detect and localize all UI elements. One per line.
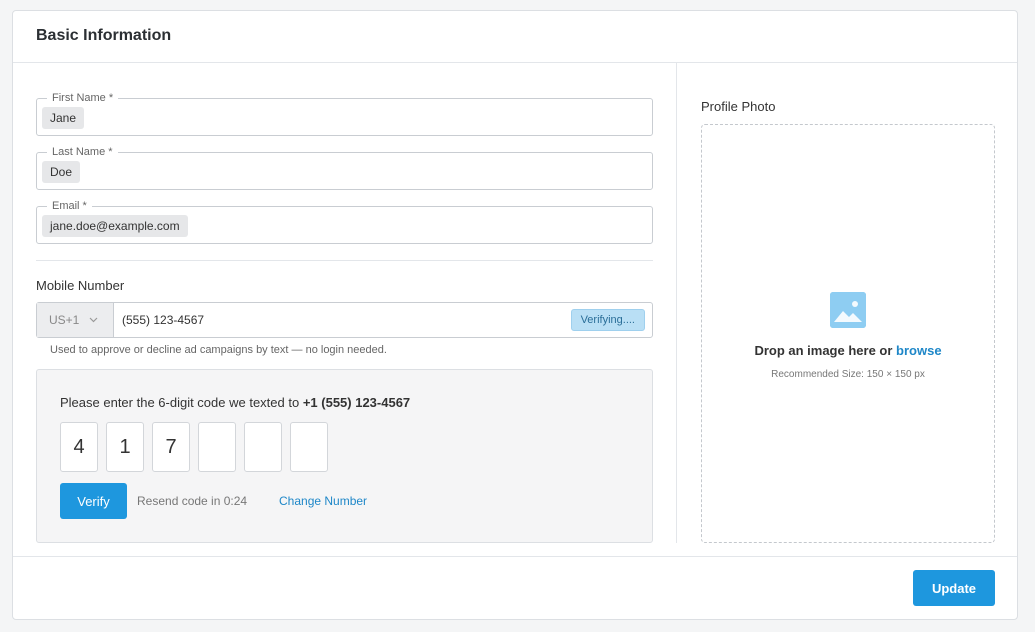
- photo-column: Profile Photo Drop an image here or brow…: [676, 63, 996, 543]
- mobile-number-input[interactable]: (555) 123-4567: [122, 303, 204, 337]
- basic-information-card: Basic Information First Name * Jane Last…: [12, 10, 1018, 620]
- country-code-value: US+1: [49, 313, 80, 327]
- first-name-field[interactable]: First Name * Jane: [36, 91, 653, 136]
- otp-digit-1[interactable]: 4: [60, 422, 98, 472]
- image-icon: [830, 292, 866, 328]
- footer-divider: [13, 556, 1017, 557]
- last-name-field[interactable]: Last Name * Doe: [36, 145, 653, 190]
- profile-photo-label: Profile Photo: [701, 99, 776, 114]
- card-header: Basic Information: [13, 11, 1017, 63]
- otp-prompt-text: Please enter the 6-digit code we texted …: [60, 395, 303, 410]
- email-value: jane.doe@example.com: [42, 215, 188, 237]
- verify-button[interactable]: Verify: [60, 483, 127, 519]
- drop-instructions: Drop an image here or browse: [702, 343, 994, 358]
- resend-countdown: Resend code in 0:24: [137, 494, 248, 508]
- photo-dropzone[interactable]: Drop an image here or browse Recommended…: [701, 124, 995, 543]
- email-label: Email *: [47, 199, 92, 213]
- otp-prompt-number: +1 (555) 123-4567: [302, 395, 411, 410]
- otp-digit-3[interactable]: 7: [152, 422, 190, 472]
- otp-panel: Please enter the 6-digit code we texted …: [36, 369, 653, 543]
- section-divider: [36, 260, 653, 261]
- otp-digit-4[interactable]: [198, 422, 236, 472]
- mobile-hint: Used to approve or decline ad campaigns …: [50, 344, 387, 356]
- last-name-value: Doe: [42, 161, 81, 183]
- change-number-link[interactable]: Change Number: [279, 494, 367, 508]
- recommended-size: Recommended Size: 150 × 150 px: [771, 369, 925, 380]
- mobile-number-label: Mobile Number: [36, 278, 125, 293]
- otp-digit-6[interactable]: [290, 422, 328, 472]
- email-field[interactable]: Email * jane.doe@example.com: [36, 199, 653, 244]
- browse-link[interactable]: browse: [896, 343, 942, 358]
- verifying-badge: Verifying....: [570, 309, 645, 331]
- last-name-label: Last Name *: [47, 145, 118, 159]
- first-name-label: First Name *: [47, 91, 119, 105]
- first-name-value: Jane: [42, 107, 85, 129]
- drop-text: Drop an image here or: [754, 343, 897, 358]
- otp-digit-5[interactable]: [244, 422, 282, 472]
- country-code-select[interactable]: US+1: [37, 303, 114, 337]
- otp-prompt: Please enter the 6-digit code we texted …: [60, 395, 410, 410]
- page-title: Basic Information: [36, 27, 172, 44]
- mobile-number-row: US+1 (555) 123-4567 Verifying....: [36, 302, 653, 338]
- update-button[interactable]: Update: [913, 570, 995, 606]
- otp-digit-2[interactable]: 1: [106, 422, 144, 472]
